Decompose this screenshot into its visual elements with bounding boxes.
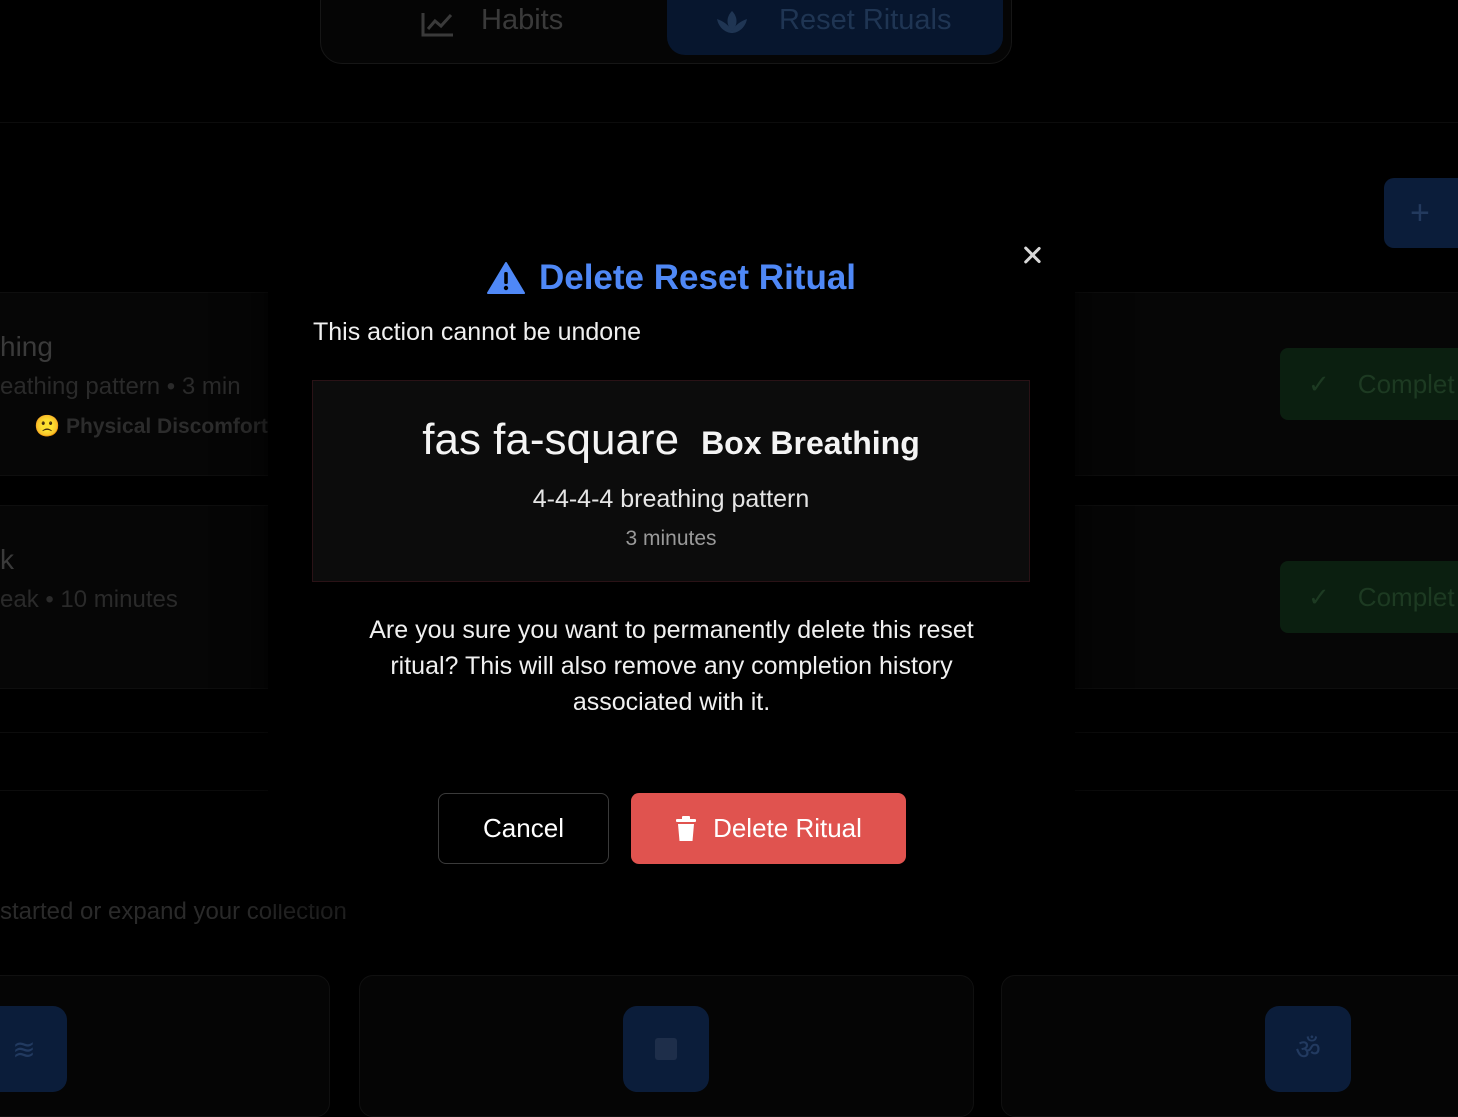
ritual-icon-text: fas fa-square xyxy=(422,415,680,464)
template-card[interactable]: ≋ xyxy=(0,975,330,1117)
check-icon: ✓ xyxy=(1308,581,1330,612)
ritual-preview: fas fa-square Box Breathing 4-4-4-4 brea… xyxy=(312,380,1030,582)
add-ritual-button[interactable]: + xyxy=(1384,178,1458,248)
complete-label: Complet xyxy=(1357,368,1455,399)
ritual-duration: 3 minutes xyxy=(625,527,717,550)
dialog-title: Delete Reset Ritual xyxy=(268,258,1075,298)
delete-ritual-button[interactable]: Delete Ritual xyxy=(631,793,906,864)
ritual-title: k xyxy=(0,544,14,575)
warning-icon xyxy=(486,262,525,294)
tab-habits-label: Habits xyxy=(481,4,564,36)
complete-button[interactable]: ✓ Complet xyxy=(1280,348,1458,420)
cancel-label: Cancel xyxy=(483,813,564,843)
ritual-name: Box Breathing xyxy=(701,425,920,461)
cancel-button[interactable]: Cancel xyxy=(438,793,609,864)
om-icon: ॐ xyxy=(1265,1006,1351,1092)
divider xyxy=(0,122,1458,123)
delete-label: Delete Ritual xyxy=(713,813,862,843)
nav-tabs: Habits Reset Rituals xyxy=(320,0,1012,64)
tab-habits[interactable]: Habits xyxy=(421,0,563,55)
check-icon: ✓ xyxy=(1308,368,1330,399)
complete-button[interactable]: ✓ Complet xyxy=(1280,561,1458,633)
ritual-tag: 🙁 Physical Discomfort xyxy=(34,415,268,438)
template-card[interactable]: ॐ xyxy=(1001,975,1458,1117)
dialog-title-text: Delete Reset Ritual xyxy=(538,258,857,297)
lotus-icon xyxy=(717,11,747,33)
ritual-subtitle: eathing pattern • 3 min xyxy=(0,373,241,400)
ritual-title: hing xyxy=(0,331,53,362)
ritual-subtitle: eak • 10 minutes xyxy=(0,586,178,613)
confirm-message: Are you sure you want to permanently del… xyxy=(369,616,974,716)
tab-reset-rituals[interactable]: Reset Rituals xyxy=(667,0,1003,55)
template-card[interactable] xyxy=(359,975,974,1117)
tab-reset-label: Reset Rituals xyxy=(779,4,952,36)
square-icon xyxy=(623,1006,709,1092)
chart-line-icon xyxy=(421,13,453,37)
delete-ritual-dialog: Delete Reset Ritual This action cannot b… xyxy=(268,212,1075,904)
trash-icon xyxy=(676,815,697,841)
ritual-description: 4-4-4-4 breathing pattern xyxy=(532,485,810,513)
wind-icon: ≋ xyxy=(0,1006,67,1092)
plus-icon: + xyxy=(1410,193,1430,232)
dialog-subtitle: This action cannot be undone xyxy=(313,318,642,346)
complete-label: Complet xyxy=(1357,581,1455,612)
